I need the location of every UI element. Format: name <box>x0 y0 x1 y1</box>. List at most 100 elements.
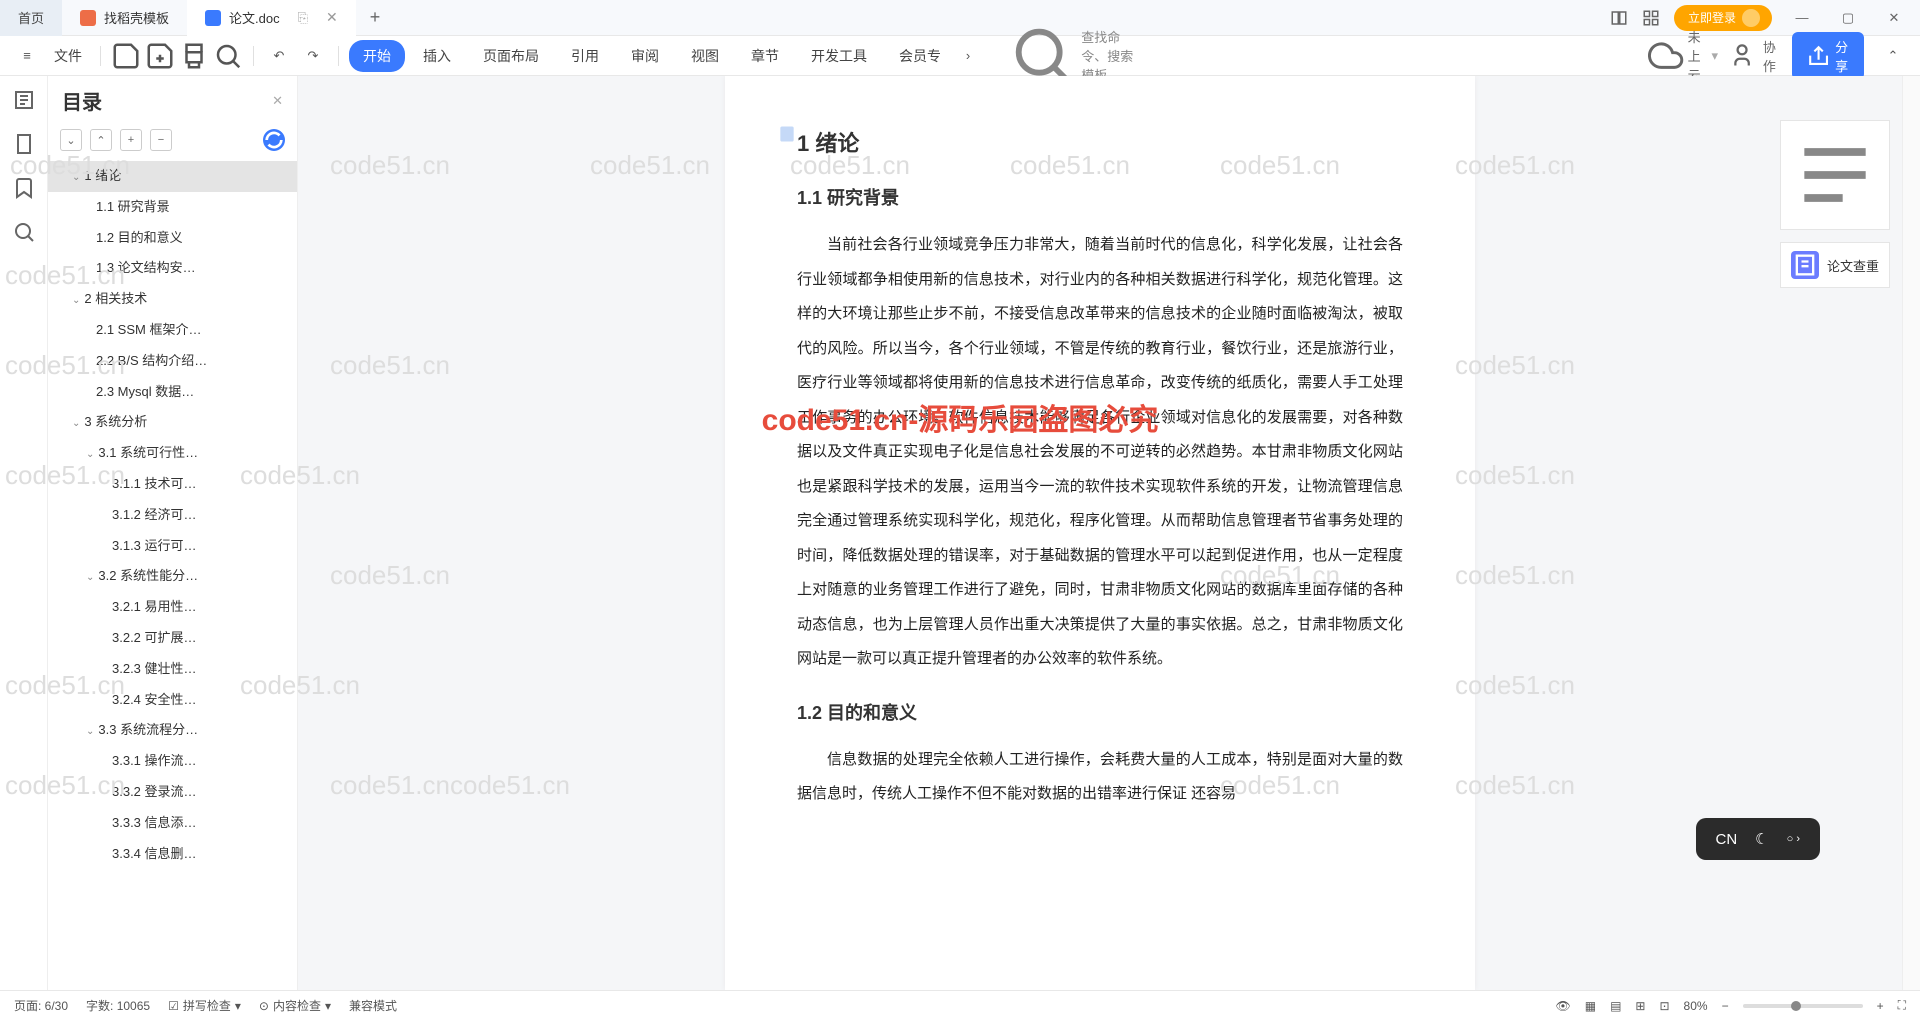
toc-add[interactable]: + <box>120 129 142 151</box>
right-tool-top[interactable] <box>1780 120 1890 230</box>
toc-item[interactable]: ⌄2 相关技术 <box>48 284 297 315</box>
ribbon-collapse-icon[interactable]: ⌃ <box>1878 41 1908 71</box>
toc-collapse-all[interactable]: ⌄ <box>60 129 82 151</box>
page-indicator[interactable]: 页面: 6/30 <box>14 997 68 1014</box>
plagiarism-check-button[interactable]: 论文查重 <box>1780 242 1890 288</box>
toc-expand-all[interactable]: ⌃ <box>90 129 112 151</box>
toc-title: 目录 <box>62 86 102 115</box>
toc-item[interactable]: 3.2.1 易用性… <box>48 592 297 623</box>
toc-item[interactable]: ⌄3.3 系统流程分… <box>48 715 297 746</box>
zoom-slider[interactable] <box>1743 1004 1863 1008</box>
search-panel-icon[interactable] <box>12 220 36 244</box>
toc-item[interactable]: 1.3 论文结构安… <box>48 253 297 284</box>
save-icon[interactable] <box>111 41 141 71</box>
ribbon-tab-8[interactable]: 会员专 <box>885 40 955 72</box>
tab-document[interactable]: 论文.doc ⎘ ✕ <box>187 0 356 36</box>
toc-list: ⌄1 绪论1.1 研究背景1.2 目的和意义1.3 论文结构安…⌄2 相关技术2… <box>48 159 297 990</box>
view-read-icon[interactable]: 👁 <box>1555 999 1570 1013</box>
apps-icon[interactable] <box>1642 9 1660 27</box>
page-indicator-icon <box>777 124 797 144</box>
toc-item[interactable]: 1.1 研究背景 <box>48 192 297 223</box>
toc-item[interactable]: 3.2.2 可扩展… <box>48 623 297 654</box>
toc-sync-icon[interactable] <box>263 129 285 151</box>
close-icon[interactable]: ✕ <box>326 9 338 26</box>
zoom-thumb[interactable] <box>1791 1001 1801 1011</box>
toc-item[interactable]: 3.3.4 信息删… <box>48 839 297 870</box>
check-label: 论文查重 <box>1827 256 1879 275</box>
toc-item[interactable]: ⌄1 绪论 <box>48 161 297 192</box>
sep <box>100 46 101 66</box>
toc-item[interactable]: 1.2 目的和意义 <box>48 223 297 254</box>
ribbon-tab-5[interactable]: 视图 <box>677 40 733 72</box>
check-badge-icon <box>1791 251 1819 279</box>
redo-icon[interactable]: ↷ <box>298 41 328 71</box>
toc-item[interactable]: 2.3 Mysql 数据… <box>48 377 297 408</box>
toc-item[interactable]: 2.1 SSM 框架介… <box>48 315 297 346</box>
fullscreen-icon[interactable]: ⛶ <box>1898 998 1906 1013</box>
file-menu[interactable]: 文件 <box>46 42 90 70</box>
sep <box>338 46 339 66</box>
ribbon-tab-7[interactable]: 开发工具 <box>797 40 881 72</box>
heading-1: 1 绪论 <box>797 126 1403 158</box>
tab-home[interactable]: 首页 <box>0 0 62 36</box>
toc-remove[interactable]: − <box>150 129 172 151</box>
toc-item[interactable]: 3.2.3 健壮性… <box>48 654 297 685</box>
compat-mode[interactable]: 兼容模式 <box>349 997 397 1014</box>
zoom-out[interactable]: − <box>1722 999 1729 1013</box>
toc-item[interactable]: ⌄3.2 系统性能分… <box>48 561 297 592</box>
toc-item[interactable]: 3.1.1 技术可… <box>48 469 297 500</box>
toc-item[interactable]: ⌄3 系统分析 <box>48 407 297 438</box>
ribbon-tab-0[interactable]: 开始 <box>349 40 405 72</box>
zoom-in[interactable]: + <box>1877 999 1884 1013</box>
page-nav-icon[interactable] <box>12 132 36 156</box>
spell-check[interactable]: ☑ 拼写检查 ▾ <box>168 997 241 1014</box>
word-count[interactable]: 字数: 10065 <box>86 997 150 1014</box>
tab-label: 首页 <box>18 8 44 27</box>
outline-icon[interactable] <box>12 88 36 112</box>
ribbon-bar: ≡ 文件 ↶ ↷ 开始插入页面布局引用审阅视图章节开发工具会员专 › 查找命令、… <box>0 36 1920 76</box>
undo-icon[interactable]: ↶ <box>264 41 294 71</box>
toc-item[interactable]: 2.2 B/S 结构介绍… <box>48 346 297 377</box>
ribbon-tab-2[interactable]: 页面布局 <box>469 40 553 72</box>
menu-icon[interactable]: ≡ <box>12 41 42 71</box>
zoom-fit-icon[interactable]: ⊡ <box>1659 999 1669 1013</box>
collab-label: 协作 <box>1763 37 1778 75</box>
toc-item[interactable]: 3.3.1 操作流… <box>48 746 297 777</box>
word-icon <box>205 10 221 26</box>
bookmark-icon[interactable] <box>12 176 36 200</box>
view-web-icon[interactable]: ▤ <box>1610 999 1621 1013</box>
ribbon-tab-6[interactable]: 章节 <box>737 40 793 72</box>
status-bar: 页面: 6/30 字数: 10065 ☑ 拼写检查 ▾ ⊙ 内容检查 ▾ 兼容模… <box>0 990 1920 1020</box>
ribbon-more-icon[interactable]: › <box>953 41 983 71</box>
titlebar: 首页 找稻壳模板 论文.doc ⎘ ✕ + 立即登录 — ▢ ✕ <box>0 0 1920 36</box>
ime-lang: CN <box>1716 831 1738 848</box>
toc-item[interactable]: ⌄3.1 系统可行性… <box>48 438 297 469</box>
layout-icon[interactable] <box>1610 9 1628 27</box>
save-as-icon[interactable] <box>145 41 175 71</box>
zoom-value[interactable]: 80% <box>1684 999 1708 1013</box>
view-print-icon[interactable]: ▦ <box>1585 999 1596 1013</box>
tab-add[interactable]: + <box>356 7 395 28</box>
print-icon[interactable] <box>179 41 209 71</box>
pin-icon[interactable]: ⎘ <box>298 10 308 26</box>
toc-item[interactable]: 3.3.2 登录流… <box>48 777 297 808</box>
toc-item[interactable]: 3.2.4 安全性… <box>48 685 297 716</box>
toc-close-icon[interactable]: ✕ <box>272 93 283 109</box>
toc-item[interactable]: 3.3.3 信息添… <box>48 808 297 839</box>
content-check[interactable]: ⊙ 内容检查 ▾ <box>259 997 331 1014</box>
ribbon-tab-3[interactable]: 引用 <box>557 40 613 72</box>
document-area[interactable]: 1 绪论 1.1 研究背景 当前社会各行业领域竞争压力非常大，随着当前时代的信息… <box>298 76 1902 990</box>
heading-2: 1.1 研究背景 <box>797 184 1403 210</box>
collab-button[interactable]: 协作 <box>1732 37 1778 75</box>
right-scrollbar[interactable] <box>1902 76 1920 990</box>
share-button[interactable]: 分享 <box>1792 32 1864 80</box>
view-outline-icon[interactable]: ⊞ <box>1635 999 1645 1013</box>
toc-panel: 目录 ✕ ⌄ ⌃ + − ⌄1 绪论1.1 研究背景1.2 目的和意义1.3 论… <box>48 76 298 990</box>
toc-item[interactable]: 3.1.2 经济可… <box>48 500 297 531</box>
paragraph: 当前社会各行业领域竞争压力非常大，随着当前时代的信息化，科学化发展，让社会各行业… <box>797 228 1403 677</box>
toc-item[interactable]: 3.1.3 运行可… <box>48 531 297 562</box>
ribbon-tab-4[interactable]: 审阅 <box>617 40 673 72</box>
preview-icon[interactable] <box>213 41 243 71</box>
ribbon-tab-1[interactable]: 插入 <box>409 40 465 72</box>
tab-template[interactable]: 找稻壳模板 <box>62 0 187 36</box>
